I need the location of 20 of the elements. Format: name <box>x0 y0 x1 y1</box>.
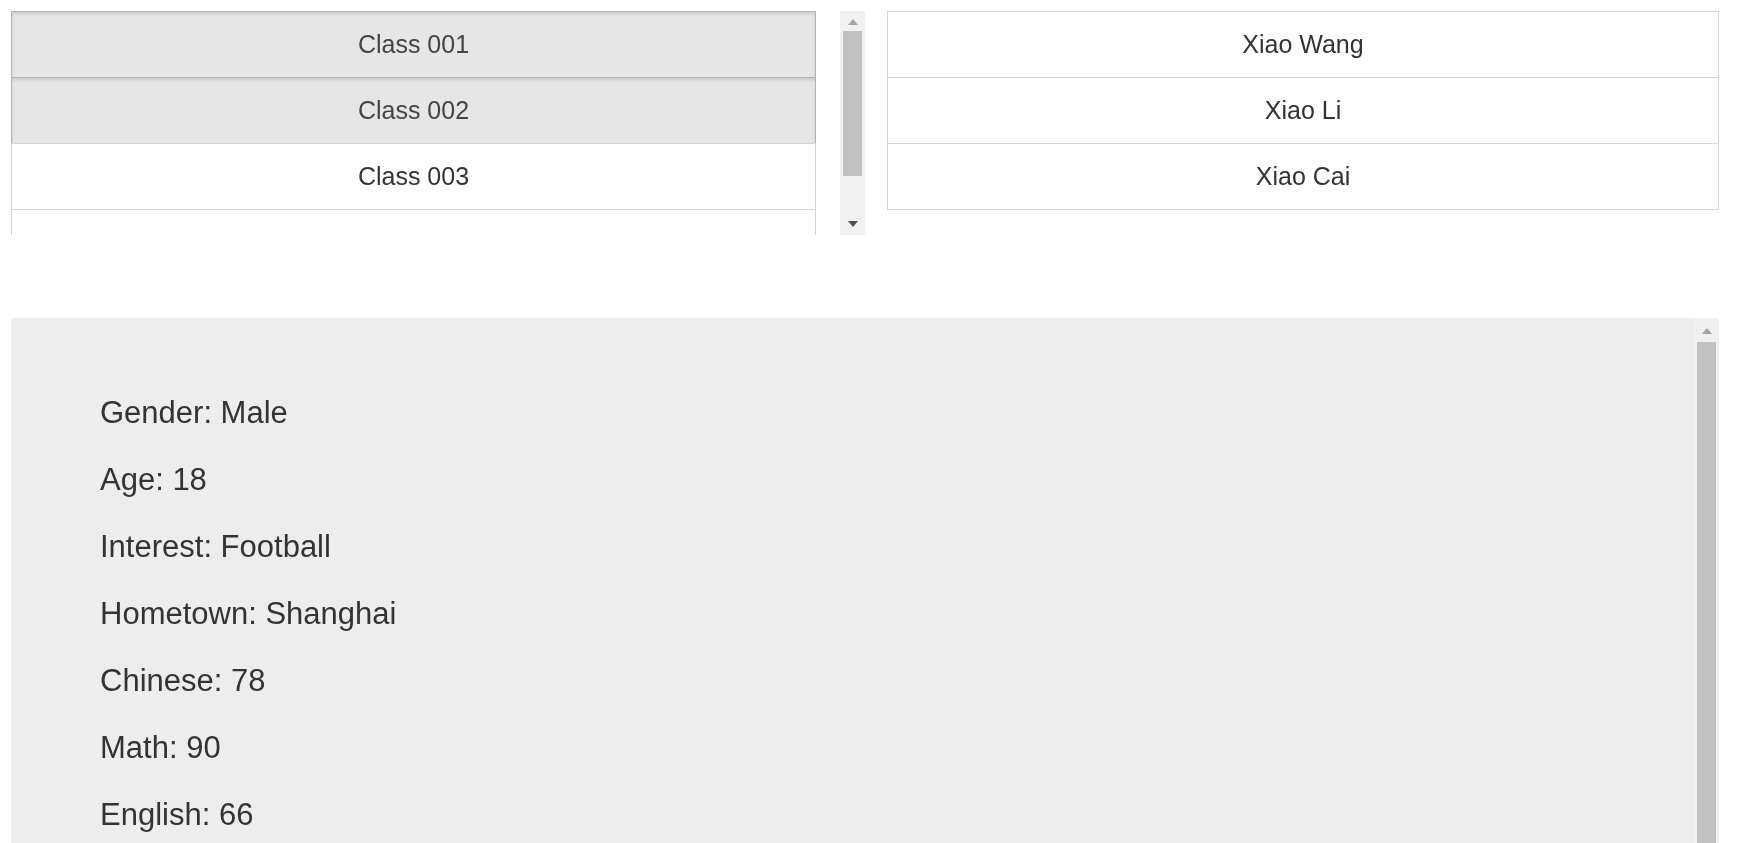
list-item[interactable]: Xiao Wang <box>887 11 1719 78</box>
detail-text: English: 66 <box>100 797 254 833</box>
list-item[interactable]: Xiao Cai <box>887 143 1719 210</box>
scrollbar-thumb[interactable] <box>843 31 862 176</box>
scroll-up-icon[interactable] <box>847 19 858 25</box>
list-item[interactable]: Class 001 <box>11 11 816 78</box>
detail-text: Age: 18 <box>100 462 207 498</box>
list-item[interactable]: Xiao Li <box>887 77 1719 144</box>
scrollbar[interactable] <box>1694 318 1719 843</box>
scroll-up-icon[interactable] <box>1701 328 1712 334</box>
list-item[interactable]: Class 002 <box>11 77 816 144</box>
detail-text: Math: 90 <box>100 730 221 766</box>
scrollbar-thumb[interactable] <box>1697 342 1716 843</box>
list-item[interactable]: Class 003 <box>11 143 816 210</box>
detail-text: Chinese: 78 <box>100 663 266 699</box>
detail-text: Gender: Male <box>100 395 288 431</box>
detail-text: Interest: Football <box>100 529 331 565</box>
scroll-down-icon[interactable] <box>847 221 858 227</box>
scrollbar[interactable] <box>840 11 865 235</box>
detail-text: Hometown: Shanghai <box>100 596 397 632</box>
